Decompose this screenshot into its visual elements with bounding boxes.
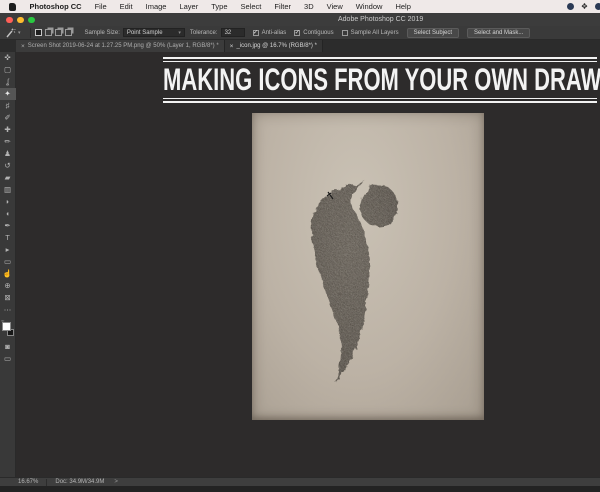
dodge-tool[interactable]: ◖ xyxy=(0,208,16,220)
pencil-drawing xyxy=(311,177,398,383)
pen-tool[interactable]: ✒ xyxy=(0,220,16,232)
close-window-button[interactable] xyxy=(6,16,13,23)
foreground-color-swatch[interactable] xyxy=(1,322,11,331)
type-tool[interactable]: T xyxy=(0,232,16,244)
menu-view[interactable]: View xyxy=(320,0,349,13)
anti-alias-label: Anti-alias xyxy=(261,29,287,36)
eraser-tool[interactable]: ▰ xyxy=(0,172,16,184)
frame-tool[interactable]: ⊠ xyxy=(0,292,16,304)
menu-select[interactable]: Select xyxy=(234,0,268,13)
divider xyxy=(29,27,31,38)
gradient-tool[interactable]: ▥ xyxy=(0,184,16,196)
status-bar: 16.67% Doc: 34.9M/34.9M > xyxy=(0,477,600,486)
checkbox-unchecked-icon xyxy=(341,29,348,36)
tab-screenshot-document[interactable]: × Screen Shot 2019-06-24 at 1.27.25 PM.p… xyxy=(16,40,225,52)
magic-wand-icon xyxy=(6,28,16,37)
divider xyxy=(46,478,48,486)
status-dot-icon[interactable] xyxy=(566,3,574,10)
sample-all-layers-label: Sample All Layers xyxy=(350,29,399,36)
zoom-tool[interactable]: ⊕ xyxy=(0,280,16,292)
menu-photoshop[interactable]: Photoshop CC xyxy=(23,0,88,13)
path-selection-tool[interactable]: ▸ xyxy=(0,244,16,256)
menu-image[interactable]: Image xyxy=(139,0,173,13)
healing-brush-tool[interactable]: ✚ xyxy=(0,124,16,136)
screen-mode-button[interactable]: ▭ xyxy=(0,353,16,365)
selection-mode-group xyxy=(34,29,72,36)
tolerance-value: 32 xyxy=(224,29,232,36)
clone-stamp-tool[interactable]: ♟ xyxy=(0,148,16,160)
apple-icon[interactable] xyxy=(9,2,16,11)
tolerance-label: Tolerance: xyxy=(189,29,218,36)
subtract-from-selection-icon[interactable] xyxy=(54,29,62,36)
tab-title: _icon.jpg @ 16.7% (RGB/8*) * xyxy=(236,43,317,49)
macos-menu-bar: Photoshop CC File Edit Image Layer Type … xyxy=(0,0,600,13)
close-icon[interactable]: × xyxy=(230,43,234,50)
headline-banner: MAKING ICONS FROM YOUR OWN DRAWINGS xyxy=(163,57,600,103)
window-title: Adobe Photoshop CC 2019 xyxy=(338,16,424,23)
anti-alias-checkbox[interactable]: ✓ Anti-alias xyxy=(252,29,287,36)
brush-tool[interactable]: ✏ xyxy=(0,136,16,148)
new-selection-icon[interactable] xyxy=(34,29,42,36)
menu-type[interactable]: Type xyxy=(205,0,234,13)
tool-options-bar: ▾ Sample Size: Point Sample ▾ Tolerance:… xyxy=(0,26,600,40)
menu-edit[interactable]: Edit xyxy=(113,0,139,13)
window-bottom-edge xyxy=(0,486,600,492)
magic-wand-tool[interactable]: ✦ xyxy=(0,88,16,100)
sample-size-select[interactable]: Point Sample ▾ xyxy=(122,28,185,37)
color-swatches: ▪▫ xyxy=(0,319,16,341)
headline-text: MAKING ICONS FROM YOUR OWN DRAWINGS xyxy=(163,61,600,98)
tab-title: Screen Shot 2019-06-24 at 1.27.25 PM.png… xyxy=(27,43,219,49)
rectangular-marquee-tool[interactable]: ▢ xyxy=(0,64,16,76)
status-options-chevron[interactable]: > xyxy=(114,479,118,485)
contiguous-checkbox[interactable]: ✓ Contiguous xyxy=(294,29,334,36)
crop-tool[interactable]: ♯ xyxy=(0,100,16,112)
zoom-window-button[interactable] xyxy=(28,16,35,23)
menubar-app-icon[interactable]: ❖ xyxy=(581,0,588,13)
select-and-mask-button[interactable]: Select and Mask... xyxy=(467,27,531,38)
tab-icon-document[interactable]: × _icon.jpg @ 16.7% (RGB/8*) * xyxy=(224,40,323,52)
sample-size-value: Point Sample xyxy=(126,29,163,36)
status-dot-icon[interactable] xyxy=(595,3,600,10)
document-size-readout: Doc: 34.9M/34.9M xyxy=(55,479,105,485)
window-title-bar: Adobe Photoshop CC 2019 xyxy=(0,13,600,26)
menu-layer[interactable]: Layer xyxy=(173,0,205,13)
chevron-down-icon: ▾ xyxy=(178,29,181,36)
checkbox-checked-icon: ✓ xyxy=(294,29,301,36)
intersect-selection-icon[interactable] xyxy=(64,29,72,36)
blur-tool[interactable]: ◗ xyxy=(0,196,16,208)
menubar-status-area: ❖ xyxy=(566,0,600,13)
rectangle-tool[interactable]: ▭ xyxy=(0,256,16,268)
hand-tool[interactable]: ☝ xyxy=(0,268,16,280)
select-subject-button[interactable]: Select Subject xyxy=(406,27,459,38)
sample-size-label: Sample Size: xyxy=(84,29,120,36)
document-tab-bar: × Screen Shot 2019-06-24 at 1.27.25 PM.p… xyxy=(0,40,600,52)
zoom-level-field[interactable]: 16.67% xyxy=(18,479,38,485)
photoshop-window: Photoshop CC File Edit Image Layer Type … xyxy=(0,0,600,492)
menu-window[interactable]: Window xyxy=(349,0,389,13)
checkbox-checked-icon: ✓ xyxy=(252,29,259,36)
active-tool-preset[interactable]: ▾ xyxy=(4,27,21,39)
menu-file[interactable]: File xyxy=(88,0,113,13)
tools-panel: ✜ ▢ ʆ ✦ ♯ ✐ ✚ ✏ ♟ ↺ ▰ ▥ ◗ ◖ ✒ T ▸ ▭ ☝ ⊕ … xyxy=(0,52,16,477)
menu-3d[interactable]: 3D xyxy=(298,0,321,13)
history-brush-tool[interactable]: ↺ xyxy=(0,160,16,172)
move-tool[interactable]: ✜ xyxy=(0,52,16,64)
add-to-selection-icon[interactable] xyxy=(44,29,52,36)
drawing-photo[interactable] xyxy=(252,113,484,420)
lasso-tool[interactable]: ʆ xyxy=(0,76,16,88)
close-icon[interactable]: × xyxy=(21,43,25,50)
edit-toolbar-button[interactable]: ⋯ xyxy=(0,304,16,316)
sample-all-layers-checkbox[interactable]: Sample All Layers xyxy=(341,29,399,36)
chevron-down-icon: ▾ xyxy=(18,29,21,36)
contiguous-label: Contiguous xyxy=(303,29,334,36)
menu-help[interactable]: Help xyxy=(389,0,417,13)
tolerance-input[interactable]: 32 xyxy=(220,28,245,37)
document-canvas[interactable]: MAKING ICONS FROM YOUR OWN DRAWINGS xyxy=(16,52,600,477)
minimize-window-button[interactable] xyxy=(17,16,24,23)
eyedropper-tool[interactable]: ✐ xyxy=(0,112,16,124)
menu-filter[interactable]: Filter xyxy=(268,0,298,13)
quick-mask-button[interactable]: ◙ xyxy=(0,341,16,353)
